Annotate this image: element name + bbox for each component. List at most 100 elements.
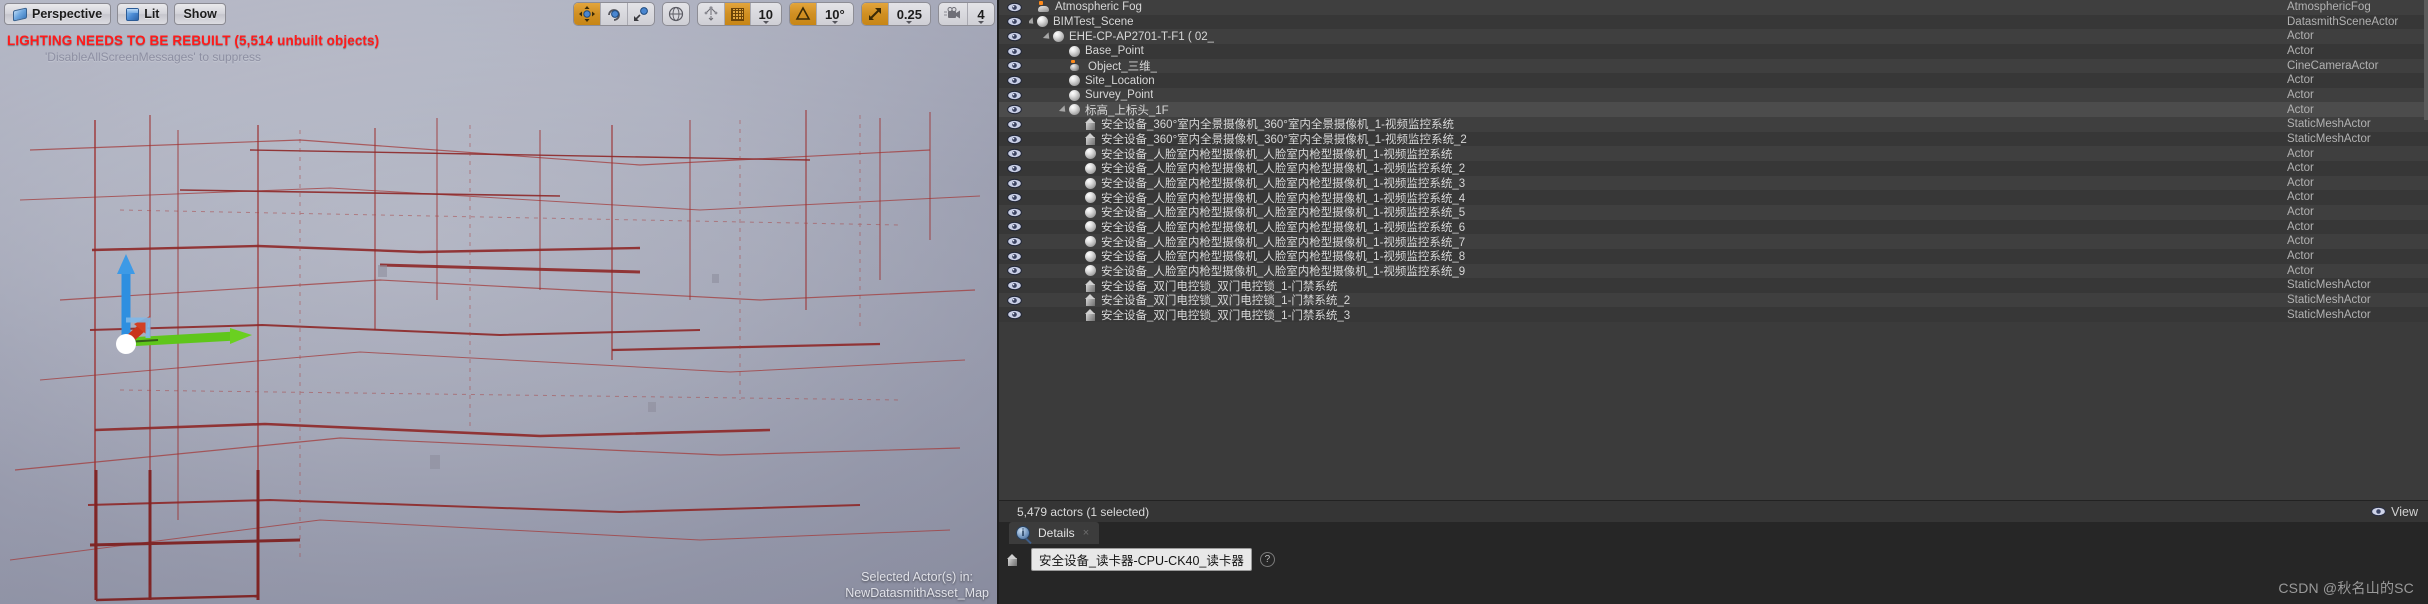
outliner-row[interactable]: 标高_上标头_1F	[999, 102, 2428, 118]
outliner-row-content[interactable]: 安全设备_双门电控锁_双门电控锁_1-门禁系统_3	[1029, 307, 2428, 323]
outliner-row[interactable]: 安全设备_人脸室内枪型摄像机_人脸室内枪型摄像机_1-视频监控系统_2	[999, 161, 2428, 176]
visibility-toggle[interactable]	[999, 119, 1029, 130]
outliner-row-content[interactable]: Object_三维_	[1029, 58, 2428, 74]
outliner-row-content[interactable]: 安全设备_双门电控锁_双门电控锁_1-门禁系统_2	[1029, 292, 2428, 308]
outliner-row-content[interactable]: 安全设备_人脸室内枪型摄像机_人脸室内枪型摄像机_1-视频监控系统	[1029, 146, 2428, 162]
outliner-row-content[interactable]: BIMTest_Scene	[1029, 16, 2428, 28]
scale-snap-dropdown[interactable]: 0.25	[889, 3, 930, 25]
eye-icon[interactable]	[1006, 221, 1022, 232]
outliner-row[interactable]: 安全设备_人脸室内枪型摄像机_人脸室内枪型摄像机_1-视频监控系统_4	[999, 190, 2428, 205]
outliner-row[interactable]: 安全设备_人脸室内枪型摄像机_人脸室内枪型摄像机_1-视频监控系统_7	[999, 234, 2428, 249]
outliner-row[interactable]: 安全设备_双门电控锁_双门电控锁_1-门禁系统_2	[999, 292, 2428, 308]
outliner-row[interactable]: Survey_Point	[999, 87, 2428, 103]
eye-icon[interactable]	[1006, 104, 1022, 115]
viewport-transform-toolbar[interactable]: 10 10° 0.25 4	[572, 2, 995, 26]
outliner-row-content[interactable]: 安全设备_双门电控锁_双门电控锁_1-门禁系统	[1029, 278, 2428, 294]
eye-icon[interactable]	[1006, 265, 1022, 276]
outliner-row-content[interactable]: Site_Location	[1029, 75, 2428, 87]
visibility-toggle[interactable]	[999, 31, 1029, 42]
help-icon[interactable]: ?	[1259, 552, 1275, 567]
scale-icon[interactable]	[628, 3, 654, 25]
visibility-toggle[interactable]	[999, 265, 1029, 276]
eye-icon[interactable]	[1006, 16, 1022, 27]
world-outliner-panel[interactable]: Atmospheric Fog BIMTest_Scene EHE-CP-AP270…	[997, 0, 2428, 500]
eye-icon[interactable]	[1006, 280, 1022, 291]
outliner-row-list[interactable]: Atmospheric Fog BIMTest_Scene EHE-CP-AP270…	[999, 0, 2428, 323]
scale-snap-icon[interactable]	[861, 3, 889, 25]
outliner-row[interactable]: 安全设备_人脸室内枪型摄像机_人脸室内枪型摄像机_1-视频监控系统_8	[999, 248, 2428, 264]
outliner-row-content[interactable]: 安全设备_人脸室内枪型摄像机_人脸室内枪型摄像机_1-视频监控系统_4	[1029, 190, 2428, 206]
visibility-toggle[interactable]	[999, 2, 1029, 13]
outliner-row[interactable]: 安全设备_360°室内全景摄像机_360°室内全景摄像机_1-视频监控系统_2	[999, 131, 2428, 147]
outliner-row[interactable]: 安全设备_人脸室内枪型摄像机_人脸室内枪型摄像机_1-视频监控系统_9	[999, 263, 2428, 279]
visibility-toggle[interactable]	[999, 221, 1029, 232]
globe-icon[interactable]	[663, 3, 689, 25]
outliner-row-content[interactable]: 安全设备_360°室内全景摄像机_360°室内全景摄像机_1-视频监控系统_2	[1029, 131, 2428, 147]
eye-icon[interactable]	[1006, 60, 1022, 71]
rotation-snap-group[interactable]: 10°	[789, 2, 854, 26]
visibility-toggle[interactable]	[999, 134, 1029, 145]
eye-icon[interactable]	[1006, 309, 1022, 320]
coordinate-system-group[interactable]	[661, 2, 690, 26]
eye-icon[interactable]	[1006, 2, 1022, 13]
eye-icon[interactable]	[1006, 207, 1022, 218]
scale-snap-group[interactable]: 0.25	[860, 2, 931, 26]
visibility-toggle[interactable]	[999, 163, 1029, 174]
eye-icon[interactable]	[1006, 236, 1022, 247]
camera-speed-dropdown[interactable]: 4	[968, 3, 994, 25]
outliner-row[interactable]: 安全设备_人脸室内枪型摄像机_人脸室内枪型摄像机_1-视频监控系统_6	[999, 219, 2428, 235]
outliner-row[interactable]: Atmospheric Fog	[999, 0, 2428, 15]
chevron-expanded-icon[interactable]	[1029, 17, 1037, 27]
visibility-toggle[interactable]	[999, 309, 1029, 320]
visibility-toggle[interactable]	[999, 104, 1029, 115]
outliner-row[interactable]: 安全设备_人脸室内枪型摄像机_人脸室内枪型摄像机_1-视频监控系统	[999, 146, 2428, 162]
rotate-icon[interactable]	[601, 3, 628, 25]
visibility-toggle[interactable]	[999, 236, 1029, 247]
outliner-row-content[interactable]: 标高_上标头_1F	[1029, 102, 2428, 118]
grid-snap-icon[interactable]	[724, 3, 751, 25]
eye-icon[interactable]	[1006, 148, 1022, 159]
eye-icon[interactable]	[1006, 31, 1022, 42]
rotation-snap-dropdown[interactable]: 10°	[817, 3, 853, 25]
chevron-expanded-icon[interactable]	[1042, 31, 1053, 42]
eye-icon[interactable]	[1006, 295, 1022, 306]
outliner-row-content[interactable]: 安全设备_人脸室内枪型摄像机_人脸室内枪型摄像机_1-视频监控系统_9	[1029, 263, 2428, 279]
outliner-row-content[interactable]: EHE-CP-AP2701-T-F1 ( 02_	[1029, 31, 2428, 43]
eye-icon[interactable]	[1006, 90, 1022, 101]
outliner-row[interactable]: 安全设备_双门电控锁_双门电控锁_1-门禁系统	[999, 278, 2428, 293]
eye-icon[interactable]	[1006, 75, 1022, 86]
eye-icon[interactable]	[1006, 46, 1022, 57]
outliner-row[interactable]: 安全设备_360°室内全景摄像机_360°室内全景摄像机_1-视频监控系统	[999, 117, 2428, 132]
transform-modes-group[interactable]	[572, 2, 655, 26]
visibility-toggle[interactable]	[999, 207, 1029, 218]
eye-icon[interactable]	[1006, 192, 1022, 203]
visibility-toggle[interactable]	[999, 75, 1029, 86]
eye-icon[interactable]	[1006, 134, 1022, 145]
details-panel[interactable]: i Details × 安全设备_读卡器-CPU-CK40_读卡器 ? CSDN…	[997, 522, 2428, 604]
outliner-row-content[interactable]: 安全设备_人脸室内枪型摄像机_人脸室内枪型摄像机_1-视频监控系统_3	[1029, 175, 2428, 191]
eye-icon[interactable]	[1006, 178, 1022, 189]
move-icon[interactable]	[573, 3, 601, 25]
outliner-row[interactable]: BIMTest_Scene	[999, 14, 2428, 30]
outliner-row[interactable]: 安全设备_人脸室内枪型摄像机_人脸室内枪型摄像机_1-视频监控系统_5	[999, 204, 2428, 220]
viewport-view-toolbar[interactable]: Perspective Lit Show	[4, 3, 226, 25]
visibility-toggle[interactable]	[999, 16, 1029, 27]
visibility-toggle[interactable]	[999, 148, 1029, 159]
surface-snap-icon[interactable]	[698, 3, 725, 25]
outliner-row-content[interactable]: 安全设备_人脸室内枪型摄像机_人脸室内枪型摄像机_1-视频监控系统_8	[1029, 248, 2428, 264]
view-options-button[interactable]: View	[2371, 505, 2418, 519]
outliner-row[interactable]: 安全设备_人脸室内枪型摄像机_人脸室内枪型摄像机_1-视频监控系统_3	[999, 175, 2428, 191]
show-button[interactable]: Show	[174, 3, 226, 25]
camera-speed-group[interactable]: 4	[938, 2, 995, 26]
level-viewport[interactable]: Perspective Lit Show 10 10° 0.25 4 LIGHT…	[0, 0, 997, 604]
visibility-toggle[interactable]	[999, 46, 1029, 57]
eye-icon[interactable]	[1006, 119, 1022, 130]
outliner-row[interactable]: Base_Point	[999, 43, 2428, 59]
visibility-toggle[interactable]	[999, 280, 1029, 291]
outliner-row-content[interactable]: 安全设备_人脸室内枪型摄像机_人脸室内枪型摄像机_1-视频监控系统_6	[1029, 219, 2428, 235]
outliner-row-content[interactable]: 安全设备_人脸室内枪型摄像机_人脸室内枪型摄像机_1-视频监控系统_5	[1029, 204, 2428, 220]
outliner-row[interactable]: Site_Location	[999, 73, 2428, 88]
tab-details[interactable]: i Details ×	[1009, 522, 1100, 544]
visibility-toggle[interactable]	[999, 60, 1029, 71]
outliner-row-content[interactable]: 安全设备_360°室内全景摄像机_360°室内全景摄像机_1-视频监控系统	[1029, 116, 2428, 132]
